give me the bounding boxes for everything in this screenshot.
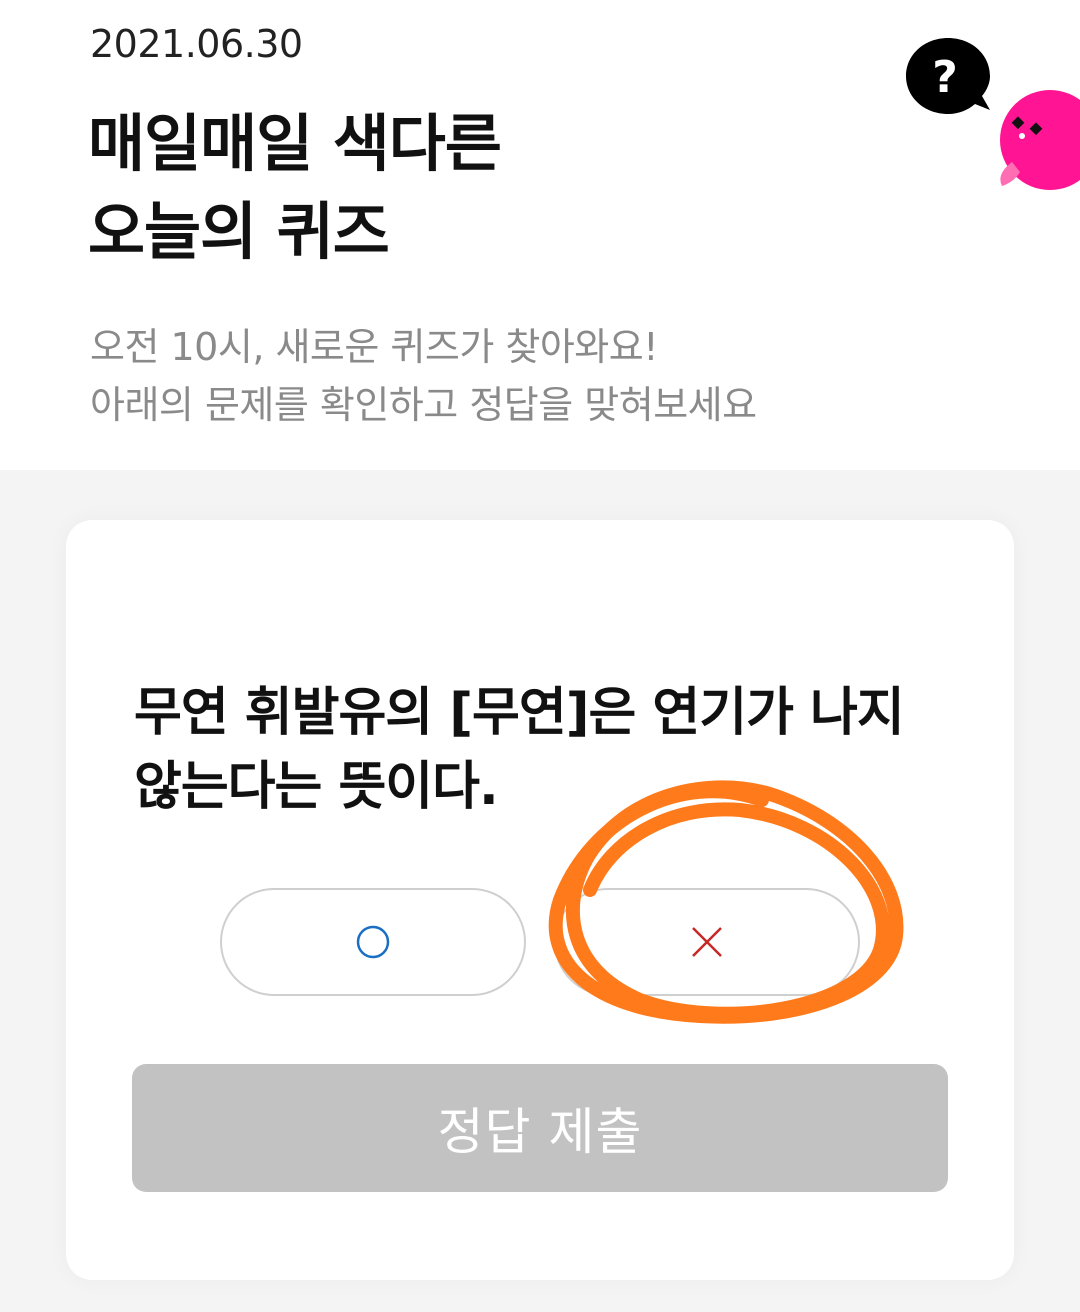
quiz-question: 무연 휘발유의 [무연]은 연기가 나지 않는다는 뜻이다. bbox=[134, 683, 905, 817]
subtitle-line-2: 아래의 문제를 확인하고 정답을 맞혀보세요 bbox=[90, 383, 757, 427]
quiz-date: 2021.06.30 bbox=[90, 22, 303, 66]
title-line-2: 오늘의 퀴즈 bbox=[88, 195, 390, 268]
svg-text:?: ? bbox=[932, 52, 958, 103]
circle-icon bbox=[356, 925, 390, 959]
help-button[interactable]: ? bbox=[904, 36, 992, 118]
subtitle-line-1: 오전 10시, 새로운 퀴즈가 찾아와요! bbox=[90, 325, 658, 369]
page-title: 매일매일 색다른 오늘의 퀴즈 bbox=[88, 100, 502, 276]
page-subtitle: 오전 10시, 새로운 퀴즈가 찾아와요! 아래의 문제를 확인하고 정답을 맞… bbox=[90, 318, 757, 434]
cross-icon bbox=[692, 927, 722, 957]
mascot-character bbox=[992, 78, 1080, 198]
title-line-1: 매일매일 색다른 bbox=[88, 107, 502, 180]
answer-o-button[interactable] bbox=[220, 888, 526, 996]
submit-answer-button[interactable]: 정답 제출 bbox=[132, 1064, 948, 1192]
question-bubble-icon: ? bbox=[906, 38, 990, 114]
answer-x-button[interactable] bbox=[554, 888, 860, 996]
